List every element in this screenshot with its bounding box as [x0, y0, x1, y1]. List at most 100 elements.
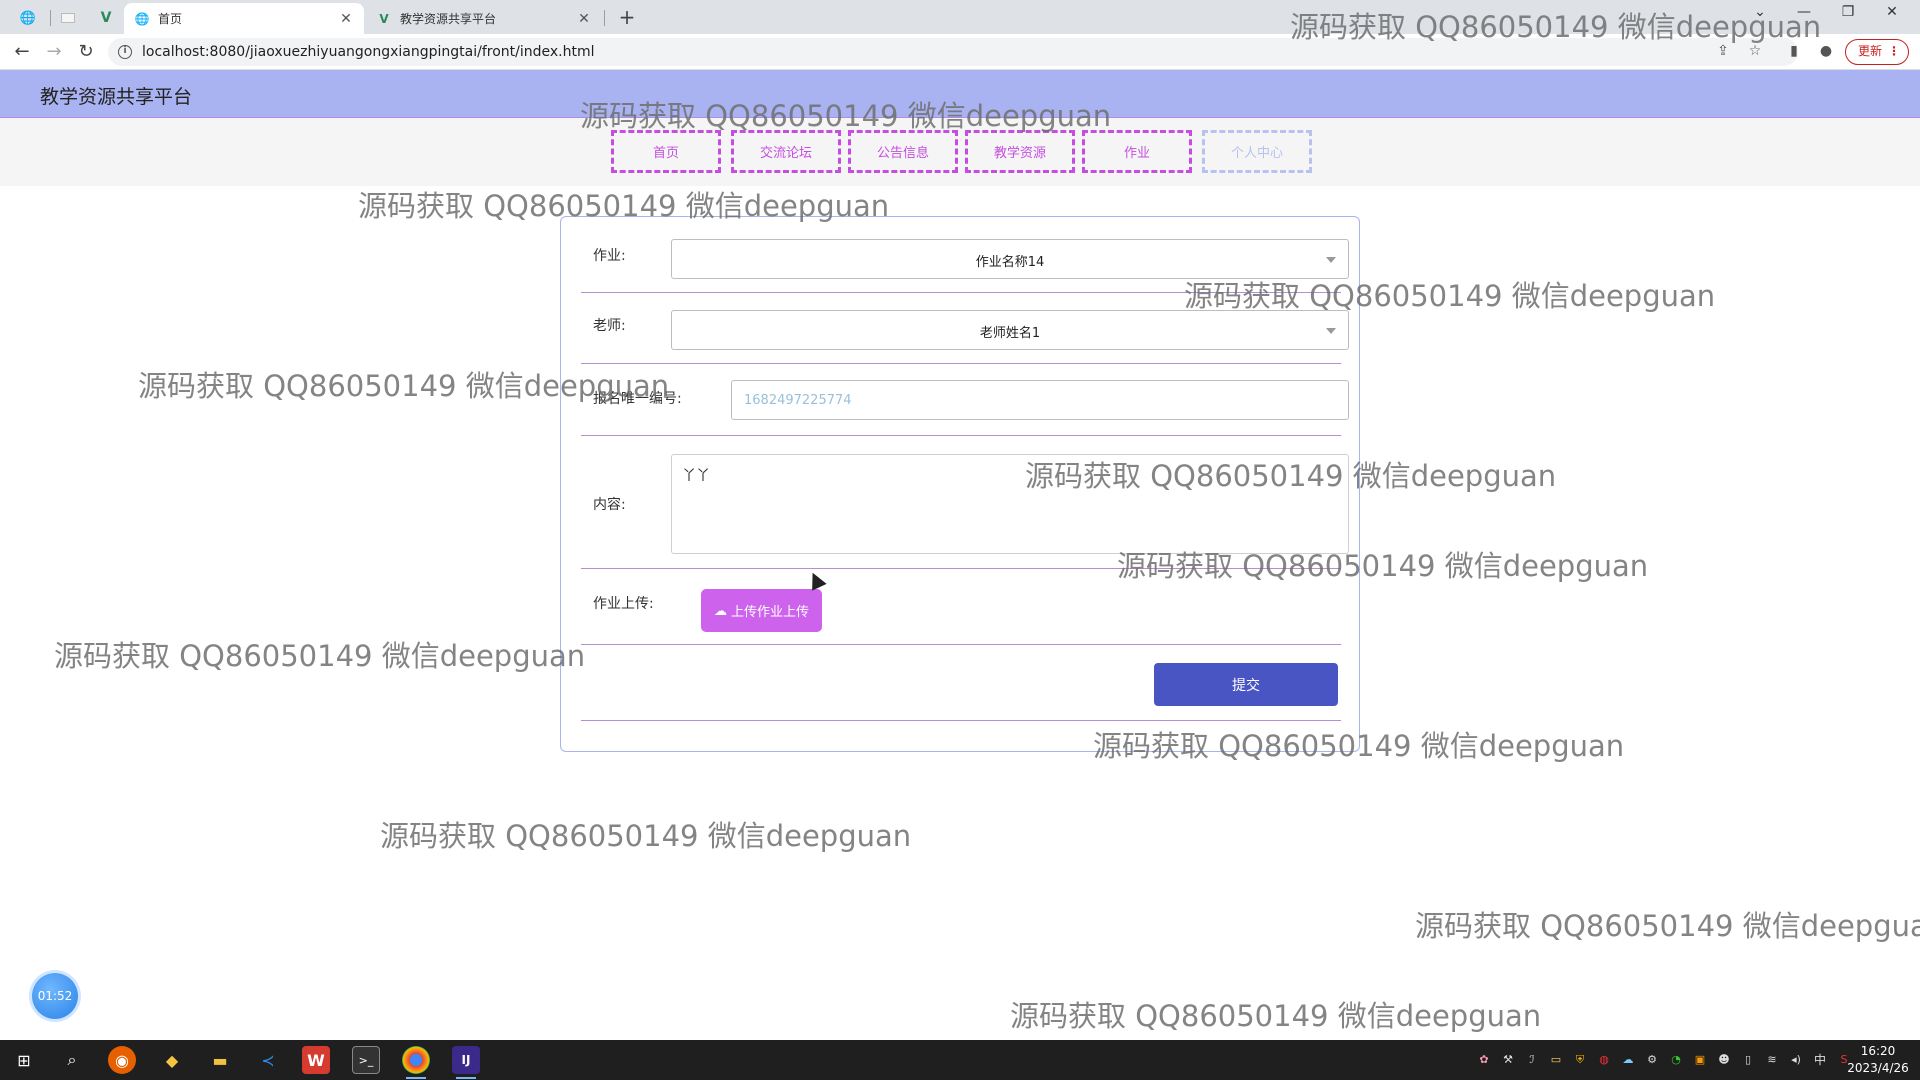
restore-icon[interactable]: ❐	[1828, 4, 1868, 20]
menu-dots-icon: ⋮	[1888, 44, 1900, 58]
site-title: 教学资源共享平台	[40, 86, 193, 108]
volume-icon[interactable]: ◂)	[1788, 1052, 1804, 1068]
tab-home[interactable]: 🌐 首页 ✕	[124, 3, 364, 34]
side-panel-icon[interactable]: ▮	[1783, 40, 1805, 62]
tray-app-icon[interactable]: ✿	[1476, 1052, 1492, 1068]
tray-security-icon[interactable]: ◍	[1596, 1052, 1612, 1068]
globe-icon: 🌐	[19, 10, 37, 26]
nav-item-personal-center[interactable]: 个人中心	[1202, 130, 1312, 173]
pinned-tab[interactable]: 🌐	[14, 5, 42, 31]
upload-button-label: 上传作业上传	[730, 604, 809, 619]
homework-label: 作业:	[593, 248, 626, 264]
registration-id-row: 报名唯一编号:	[581, 364, 1349, 436]
profile-avatar-icon[interactable]: ●	[1815, 40, 1837, 62]
tray-app-icon[interactable]: ◆	[158, 1046, 186, 1074]
blank-page-icon	[61, 13, 75, 23]
close-icon[interactable]: ✕	[576, 11, 592, 27]
windows-start-icon[interactable]: ⊞	[10, 1046, 38, 1074]
clock-date: 2023/4/26	[1847, 1061, 1909, 1075]
intellij-icon[interactable]: IJ	[452, 1046, 480, 1079]
submit-button[interactable]: 提交	[1154, 663, 1338, 706]
cloud-upload-icon: ☁	[713, 602, 727, 618]
tray-app-icon[interactable]: ▣	[1692, 1052, 1708, 1068]
vscode-icon[interactable]: ≺	[254, 1046, 282, 1074]
nav-item-homework[interactable]: 作业	[1082, 130, 1192, 173]
vue-logo-icon: V	[100, 10, 112, 26]
watermark-text: 源码获取 QQ86050149 微信deepguan	[1010, 999, 1542, 1033]
homework-selected-value: 作业名称14	[975, 255, 1045, 270]
tab-title: 教学资源共享平台	[400, 12, 497, 26]
vue-logo-icon: V	[379, 11, 389, 26]
caret-down-icon	[1326, 257, 1336, 263]
homework-submit-form: 作业: 作业名称14 老师: 老师姓名1 报名唯一编号: 内容: 丫丫 作业上传…	[560, 216, 1360, 752]
browser-tabstrip: 🌐 V 🌐 首页 ✕ V 教学资源共享平台 ✕ + ⌄ — ❐ ✕	[0, 0, 1920, 34]
chrome-icon[interactable]	[402, 1046, 430, 1079]
address-bar[interactable]: i localhost:8080/jiaoxuezhiyuangongxiang…	[108, 38, 1798, 66]
tray-tool-icon[interactable]: ⚒	[1500, 1052, 1516, 1068]
search-icon[interactable]: ⌕	[58, 1046, 86, 1074]
homework-row: 作业: 作业名称14	[581, 223, 1349, 293]
content-label: 内容:	[593, 497, 626, 513]
globe-icon: 🌐	[134, 11, 150, 26]
tray-folder-icon[interactable]: ▭	[1548, 1052, 1564, 1068]
qq-icon[interactable]: ☻	[1716, 1052, 1732, 1068]
watermark-text: 源码获取 QQ86050149 微信deepguan	[380, 819, 912, 853]
wifi-icon[interactable]: ≋	[1764, 1052, 1780, 1068]
pinned-tab[interactable]	[54, 5, 82, 31]
close-icon[interactable]: ✕	[338, 11, 354, 27]
tray-ime-icon[interactable]: ℐ	[1524, 1052, 1540, 1068]
upload-homework-button[interactable]: ☁ 上传作业上传	[701, 589, 822, 632]
nav-item-home[interactable]: 首页	[611, 130, 721, 173]
update-button[interactable]: 更新 ⋮	[1845, 39, 1909, 65]
wechat-icon[interactable]: ◔	[1668, 1052, 1684, 1068]
main-nav: 首页 交流论坛 公告信息 教学资源 作业 个人中心	[0, 118, 1920, 186]
recording-timer[interactable]: 01:52	[32, 973, 78, 1019]
pinned-tab[interactable]: V	[92, 5, 120, 31]
update-label: 更新	[1858, 44, 1883, 58]
homework-select[interactable]: 作业名称14	[671, 239, 1349, 279]
back-arrow-icon[interactable]: ←	[10, 40, 34, 64]
chevron-down-icon[interactable]: ⌄	[1740, 4, 1780, 20]
registration-id-input[interactable]	[731, 380, 1349, 420]
upload-label: 作业上传:	[593, 596, 654, 612]
new-tab-button[interactable]: +	[614, 5, 640, 31]
teacher-row: 老师: 老师姓名1	[581, 293, 1349, 364]
tab-separator	[604, 10, 605, 26]
close-window-icon[interactable]: ✕	[1872, 4, 1912, 20]
terminal-icon[interactable]: >_	[352, 1046, 380, 1074]
windows-taskbar: ⊞ ⌕ ◉ ◆ ▬ ≺ W >_ IJ ✿ ⚒ ℐ ▭ ⛨ ◍ ☁ ⚙ ◔ ▣ …	[0, 1040, 1920, 1080]
url-text: localhost:8080/jiaoxuezhiyuangongxiangpi…	[142, 44, 595, 60]
tab-platform[interactable]: V 教学资源共享平台 ✕	[366, 3, 602, 34]
upload-row: 作业上传: ☁ 上传作业上传	[581, 569, 1341, 645]
watermark-text: 源码获取 QQ86050149 微信deepguan	[54, 639, 586, 673]
nav-item-forum[interactable]: 交流论坛	[731, 130, 841, 173]
teacher-select[interactable]: 老师姓名1	[671, 310, 1349, 350]
tray-cloud-icon[interactable]: ☁	[1620, 1052, 1636, 1068]
star-icon[interactable]: ☆	[1744, 40, 1766, 62]
wps-icon[interactable]: W	[302, 1046, 330, 1074]
watermark-text: 源码获取 QQ86050149 微信deepguan	[1415, 909, 1920, 943]
tab-separator	[50, 10, 51, 26]
tray-network-icon[interactable]: ⚙	[1644, 1052, 1660, 1068]
caret-down-icon	[1326, 328, 1336, 334]
minimize-icon[interactable]: —	[1784, 4, 1824, 20]
battery-icon[interactable]: ▯	[1740, 1052, 1756, 1068]
ime-indicator[interactable]: 中	[1812, 1052, 1828, 1068]
site-header: 教学资源共享平台	[0, 70, 1920, 118]
tab-title: 首页	[158, 12, 183, 26]
content-textarea[interactable]: 丫丫	[671, 454, 1349, 554]
nav-item-notices[interactable]: 公告信息	[848, 130, 958, 173]
clock-time: 16:20	[1860, 1044, 1896, 1058]
file-explorer-icon[interactable]: ▬	[206, 1046, 234, 1074]
forward-arrow-icon[interactable]: →	[42, 40, 66, 64]
reload-icon[interactable]: ↻	[74, 40, 98, 64]
nav-item-resources[interactable]: 教学资源	[965, 130, 1075, 173]
teacher-selected-value: 老师姓名1	[979, 326, 1041, 341]
taskbar-clock[interactable]: 16:20 2023/4/26	[1840, 1043, 1916, 1077]
tray-shield-icon[interactable]: ⛨	[1572, 1052, 1588, 1068]
teacher-label: 老师:	[593, 318, 626, 334]
share-icon[interactable]: ⇪	[1712, 40, 1734, 62]
firefox-icon[interactable]: ◉	[108, 1046, 136, 1074]
browser-toolbar: ← → ↻ i localhost:8080/jiaoxuezhiyuangon…	[0, 34, 1920, 70]
info-icon[interactable]: i	[118, 45, 132, 59]
